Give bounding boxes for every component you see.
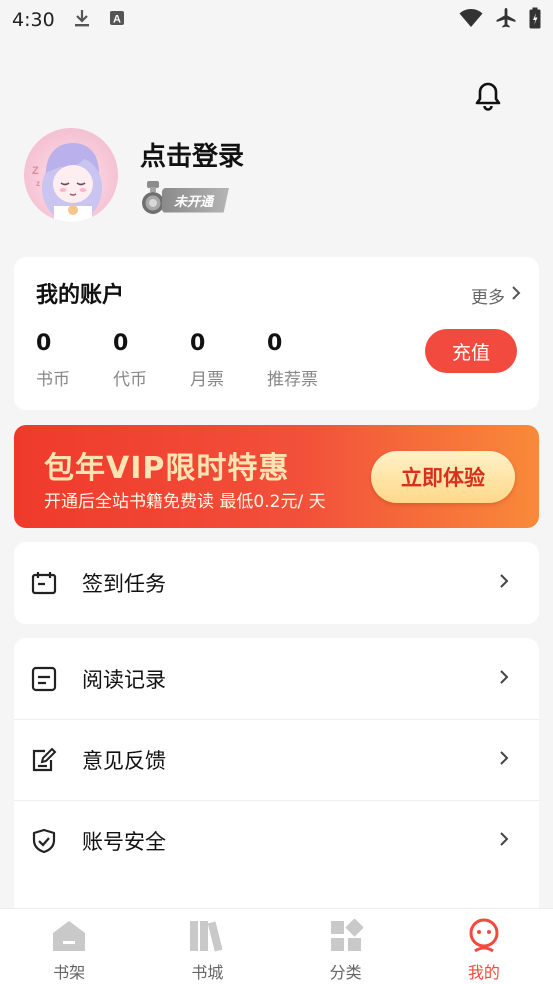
svg-text:A: A (113, 14, 121, 26)
stat-value: 0 (267, 331, 283, 356)
bookshelf-icon (50, 917, 88, 955)
status-time: 4:30 (12, 9, 55, 31)
menu-item-label: 阅读记录 (82, 667, 166, 692)
chevron-right-icon (499, 669, 509, 689)
vip-banner-title: 包年VIP限时特惠 (44, 451, 290, 486)
menu-item-reading-history[interactable]: 阅读记录 (14, 638, 539, 719)
chevron-right-icon (499, 573, 509, 593)
stat-book-coins[interactable]: 0 书币 (36, 331, 113, 390)
shield-icon (30, 827, 58, 855)
nav-label: 书架 (53, 963, 86, 982)
avatar[interactable]: Z z (24, 128, 118, 222)
nav-item-category[interactable]: 分类 (277, 909, 415, 984)
more-link[interactable]: 更多 (471, 283, 521, 308)
login-link[interactable]: 点击登录 (140, 136, 244, 173)
vip-promo-banner[interactable]: 包年VIP限时特惠 开通后全站书籍免费读 最低0.2元/ 天 立即体验 (14, 425, 539, 528)
stat-tokens[interactable]: 0 代币 (113, 331, 190, 390)
wifi-icon (459, 8, 483, 33)
nav-label: 书城 (191, 963, 224, 982)
stat-label: 代币 (113, 370, 147, 390)
stat-monthly-tickets[interactable]: 0 月票 (190, 331, 267, 390)
menu-item-label: 签到任务 (82, 571, 166, 596)
account-stats: 0 书币 0 代币 0 月票 0 推荐票 (36, 331, 344, 390)
menu-item-checkin[interactable]: 签到任务 (14, 542, 539, 623)
feedback-icon (30, 746, 58, 774)
menu-item-feedback[interactable]: 意见反馈 (14, 719, 539, 800)
nav-item-profile[interactable]: 我的 (415, 909, 553, 984)
a-icon: A (109, 9, 125, 31)
account-card: 我的账户 更多 0 书币 0 代币 0 月票 0 推荐票 充值 (14, 257, 539, 410)
menu-item-label: 账号安全 (82, 830, 166, 854)
account-title: 我的账户 (36, 283, 125, 308)
airplane-icon (495, 7, 517, 34)
menu-item-account-security[interactable]: 账号安全 (14, 800, 539, 881)
svg-text:Z: Z (32, 165, 39, 177)
svg-text:z: z (36, 179, 40, 188)
status-bar: 4:30 A (0, 0, 553, 40)
menu-card-main: 阅读记录 意见反馈 账号安全 (14, 638, 539, 918)
recharge-button[interactable]: 充值 (425, 329, 517, 373)
vip-status-badge: 未开通 (140, 181, 230, 217)
profile-icon (465, 917, 503, 955)
chevron-right-icon (499, 750, 509, 770)
nav-item-bookstore[interactable]: 书城 (138, 909, 276, 984)
nav-label: 我的 (467, 963, 500, 982)
calendar-icon (30, 569, 58, 597)
stat-value: 0 (113, 331, 129, 356)
vip-status-label: 未开通 (162, 187, 230, 213)
stat-label: 书币 (36, 370, 70, 390)
menu-item-label: 意见反馈 (82, 749, 166, 773)
download-icon (73, 8, 91, 33)
nav-item-bookshelf[interactable]: 书架 (0, 909, 138, 984)
stat-value: 0 (36, 331, 52, 356)
stat-value: 0 (190, 331, 206, 356)
stat-label: 月票 (190, 370, 224, 390)
vip-try-button[interactable]: 立即体验 (371, 451, 515, 503)
stat-label: 推荐票 (267, 370, 318, 390)
nav-label: 分类 (329, 963, 362, 982)
bookstore-icon (188, 917, 226, 955)
battery-icon (529, 7, 541, 34)
more-label: 更多 (471, 288, 505, 308)
chevron-right-icon (511, 285, 521, 306)
menu-card-checkin: 签到任务 (14, 542, 539, 624)
notification-bell-button[interactable] (470, 80, 506, 116)
stat-recommend-tickets[interactable]: 0 推荐票 (267, 331, 344, 390)
chevron-right-icon (499, 831, 509, 851)
bottom-nav: 书架 书城 分类 我的 (0, 908, 553, 984)
bell-icon (474, 81, 502, 115)
record-icon (30, 665, 58, 693)
category-icon (327, 917, 365, 955)
vip-banner-subtitle: 开通后全站书籍免费读 最低0.2元/ 天 (44, 492, 326, 512)
avatar-illustration: Z z (32, 143, 102, 222)
